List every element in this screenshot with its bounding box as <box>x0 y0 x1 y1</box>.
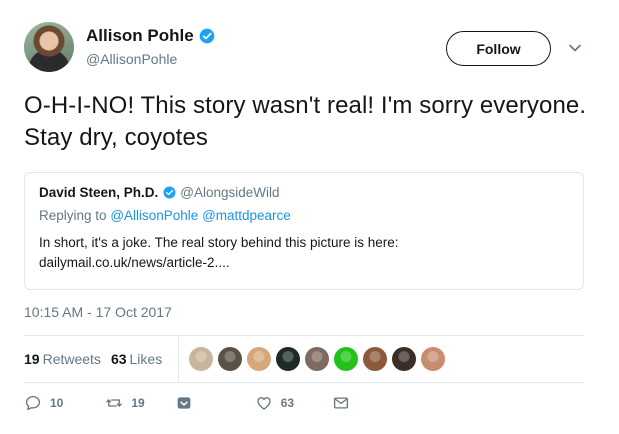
quoted-author-handle: @AlongsideWild <box>180 185 280 200</box>
quoted-tweet[interactable]: David Steen, Ph.D. @AlongsideWild Replyi… <box>24 172 584 290</box>
replying-prefix: Replying to <box>39 208 107 223</box>
likes-label: Likes <box>129 351 163 367</box>
retweet-icon <box>106 399 123 407</box>
like-icon <box>257 397 271 410</box>
retweet-button[interactable]: 19 <box>105 394 145 412</box>
liker-avatar[interactable] <box>363 347 388 371</box>
liker-avatars <box>189 347 450 371</box>
envelope-icon <box>334 397 349 409</box>
liker-avatar[interactable] <box>421 347 446 371</box>
reply-icon <box>25 395 41 411</box>
quoted-body: In short, it's a joke. The real story be… <box>39 233 569 273</box>
direct-message-icon <box>177 397 191 409</box>
liker-avatar[interactable] <box>218 347 243 371</box>
verified-badge-icon <box>199 28 215 44</box>
tweet-header: Allison Pohle @AllisonPohle Follow <box>24 20 596 76</box>
quoted-author-name: David Steen, Ph.D. <box>39 185 159 200</box>
like-count: 63 <box>280 396 295 410</box>
quoted-header: David Steen, Ph.D. @AlongsideWild <box>39 185 569 200</box>
retweets-label: Retweets <box>42 351 101 367</box>
liker-avatar[interactable] <box>334 347 359 371</box>
likes-count: 63 <box>110 351 127 367</box>
replying-to-handles[interactable]: @AllisonPohle @mattdpearce <box>110 208 291 223</box>
chevron-down-icon[interactable] <box>567 40 583 56</box>
tweet-text: O-H-I-NO! This story wasn't real! I'm so… <box>24 92 587 151</box>
reply-count: 10 <box>50 396 64 410</box>
retweets-stat[interactable]: 19 Retweets <box>24 351 101 367</box>
tweet-stats: 19 Retweets 63 Likes <box>24 336 584 382</box>
liker-avatar[interactable] <box>247 347 272 371</box>
likes-stat[interactable]: 63 Likes <box>111 351 162 367</box>
divider <box>24 382 584 383</box>
retweets-count: 19 <box>24 351 40 367</box>
author-name-row[interactable]: Allison Pohle <box>86 26 215 46</box>
direct-message-button[interactable] <box>175 394 193 412</box>
liker-avatar[interactable] <box>276 347 301 371</box>
quoted-body-link: dailymail.co.uk/news/article-2.... <box>39 255 230 270</box>
quoted-body-line: In short, it's a joke. The real story be… <box>39 235 399 250</box>
author-avatar[interactable] <box>24 22 74 72</box>
liker-avatar[interactable] <box>305 347 330 371</box>
verified-badge-icon <box>163 186 176 199</box>
quoted-replying-to: Replying to @AllisonPohle @mattdpearce <box>39 208 569 223</box>
author-name[interactable]: Allison Pohle <box>86 26 194 46</box>
author-handle[interactable]: @AllisonPohle <box>86 51 177 67</box>
retweet-count: 19 <box>131 396 145 410</box>
tweet-timestamp[interactable]: 10:15 AM - 17 Oct 2017 <box>24 304 172 320</box>
like-button[interactable]: 63 <box>255 394 294 412</box>
stats-separator <box>178 336 180 382</box>
liker-avatar[interactable] <box>189 347 214 371</box>
tweet-actions: 10 19 63 <box>24 394 350 412</box>
follow-button[interactable]: Follow <box>446 31 551 66</box>
share-via-message-button[interactable] <box>332 394 350 412</box>
liker-avatar[interactable] <box>392 347 417 371</box>
reply-button[interactable]: 10 <box>24 394 63 412</box>
